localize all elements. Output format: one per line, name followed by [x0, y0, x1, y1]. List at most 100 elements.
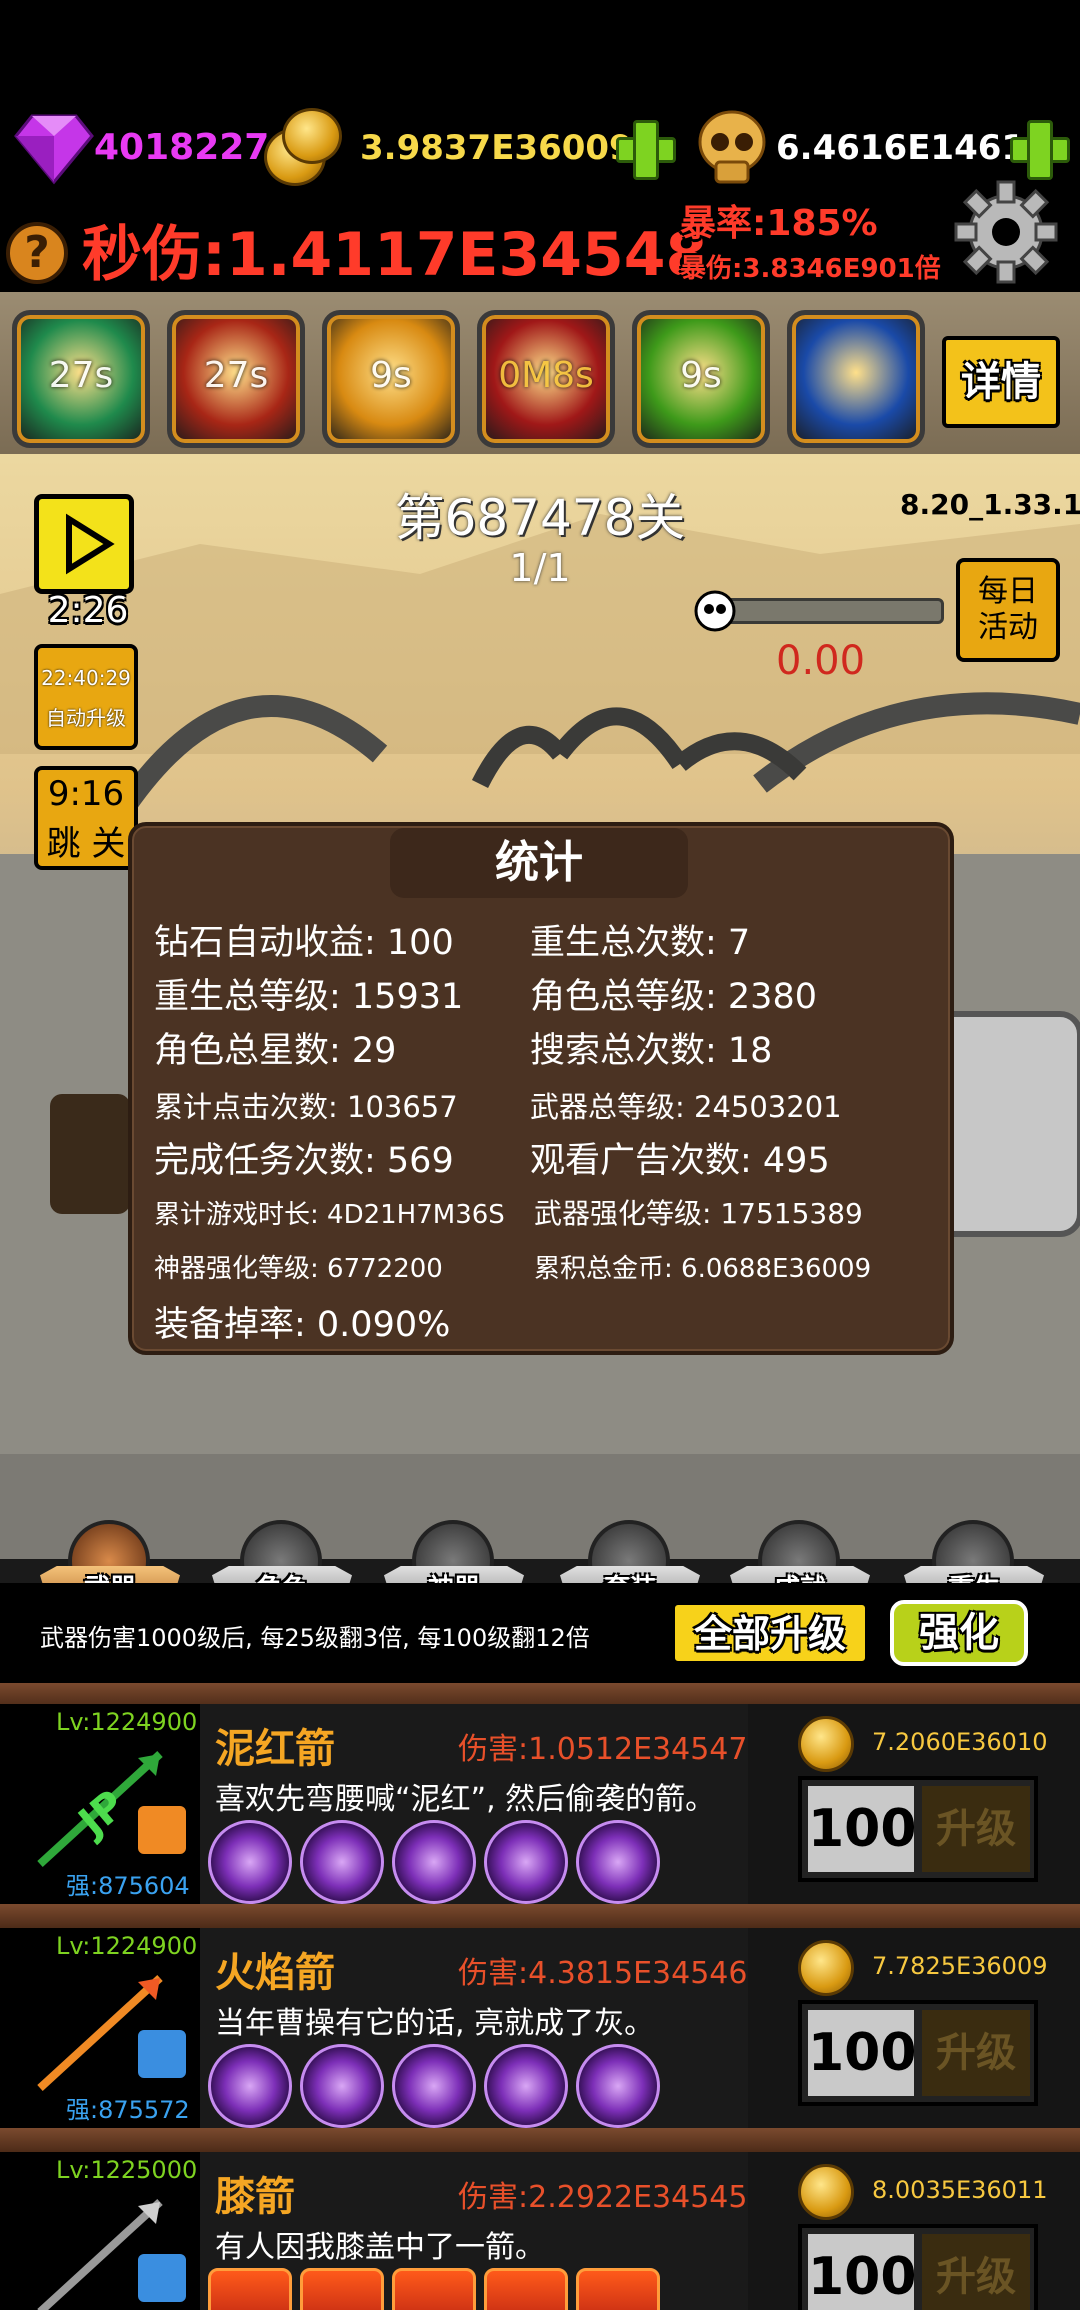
stat-left: 累计游戏时长: 4D21H7M36S: [154, 1200, 505, 1230]
crit-damage: 暴伤:3.8346E901倍: [680, 254, 941, 284]
weapon-icon-panel: Lv:1225000: [0, 2152, 200, 2310]
weapon-row[interactable]: Lv:1225000 膝箭 伤害:2.2922E34545 有人因我膝盖中了一箭…: [0, 2152, 1080, 2310]
gold-coin-icon: [798, 2164, 854, 2220]
skull-icon: [694, 590, 736, 632]
row-divider: [0, 2128, 1080, 2152]
fire-rune-icon: [484, 2268, 568, 2310]
skill-cooldown: 0M8s: [498, 355, 594, 396]
details-button[interactable]: 详情: [942, 336, 1060, 428]
stat-left: 完成任务次数: 569: [154, 1141, 454, 1181]
yin-yang-rune-icon: [208, 1820, 292, 1904]
daily-event-line1: 每日: [978, 574, 1038, 609]
weapon-icon-panel: Lv:1224900 强:875572: [0, 1928, 200, 2128]
element-badge-icon: [136, 2028, 188, 2080]
weapon-enhance: 强:875572: [66, 2096, 190, 2124]
upgrade-button[interactable]: 升级: [922, 1786, 1030, 1872]
yin-yang-rune-icon: [576, 1820, 660, 1904]
skill-slot-2[interactable]: 27s: [167, 310, 305, 448]
fire-rune-icon: [300, 2268, 384, 2310]
auto-upgrade-label: 自动升级: [46, 706, 126, 730]
stat-left: 神器强化等级: 6772200: [154, 1254, 443, 1284]
gold-coin-icon: [798, 1716, 854, 1772]
weapon-enhance: 强:875604: [66, 1872, 190, 1900]
upgrade-quantity[interactable]: 100: [808, 2234, 917, 2310]
skull-count: 6.4616E14610: [776, 128, 1049, 168]
stat-right: 武器总等级: 24503201: [530, 1090, 842, 1124]
boss-hp-bar: [712, 598, 944, 624]
stat-right: 重生总次数: 7: [530, 923, 751, 963]
gold-count: 3.9837E36009: [360, 128, 633, 168]
weapon-level: Lv:1224900: [56, 1708, 198, 1736]
enhance-button[interactable]: 强化: [890, 1600, 1028, 1666]
weapon-description: 有人因我膝盖中了一箭。: [215, 2230, 545, 2265]
skull-icon: [698, 110, 766, 184]
upgrade-button[interactable]: 升级: [922, 2010, 1030, 2096]
help-button[interactable]: ?: [6, 222, 68, 284]
skill-slot-6[interactable]: [787, 310, 925, 448]
fire-rune-icon: [392, 2268, 476, 2310]
add-skull-button[interactable]: [1010, 120, 1070, 180]
top-resource-bar: 4018227 3.9837E36009 6.4616E14610 ? 秒伤:1…: [0, 0, 1080, 290]
skip-stage-button[interactable]: 9:16 跳 关: [34, 766, 138, 870]
element-badge-icon: [136, 1804, 188, 1856]
upgrade-quantity[interactable]: 100: [808, 2010, 917, 2096]
stat-left: 钻石自动收益: 100: [154, 923, 454, 963]
play-icon: [66, 513, 115, 575]
stats-title: 统计: [390, 828, 688, 898]
play-timer: 2:26: [47, 590, 129, 631]
upgrade-box: 100 升级: [798, 2000, 1038, 2106]
yin-yang-rune-icon: [392, 2044, 476, 2128]
skill-cooldown: 9s: [370, 355, 412, 396]
help-glyph: ?: [24, 227, 50, 278]
diamond-count: 4018227: [94, 127, 270, 168]
skill-slot-5[interactable]: 9s: [632, 310, 770, 448]
stat-left: 装备掉率: 0.090%: [154, 1305, 451, 1345]
yin-yang-rune-icon: [484, 2044, 568, 2128]
yin-yang-rune-icon: [576, 2044, 660, 2128]
weapon-damage: 伤害:2.2922E34545: [458, 2180, 748, 2215]
stat-right: 累积总金币: 6.0688E36009: [534, 1254, 872, 1284]
stage-title: 第687478关: [394, 489, 686, 547]
stat-right: 搜索总次数: 18: [530, 1031, 773, 1071]
upgrade-panel: 7.2060E36010 100 升级: [748, 1704, 1080, 1904]
skill-cooldown: 9s: [680, 355, 722, 396]
upgrade-quantity[interactable]: 100: [808, 1786, 917, 1872]
gold-coin-icon: [798, 1940, 854, 1996]
settings-gear-icon[interactable]: [952, 178, 1060, 286]
skill-slot-3[interactable]: 9s: [322, 310, 460, 448]
upgrade-panel: 7.7825E36009 100 升级: [748, 1928, 1080, 2128]
skip-time: 9:16: [47, 774, 125, 814]
dps-display: 秒伤:1.4117E34548: [82, 206, 707, 293]
skill-slot-1[interactable]: 27s: [12, 310, 150, 448]
stat-right: 角色总等级: 2380: [530, 977, 817, 1017]
info-text: 武器伤害1000级后, 每25级翻3倍, 每100级翻12倍: [40, 1624, 590, 1652]
stat-right: 观看广告次数: 495: [530, 1141, 830, 1181]
fire-rune-icon: [576, 2268, 660, 2310]
weapon-description: 喜欢先弯腰喊“泥红”, 然后偷袭的箭。: [215, 1782, 716, 1817]
weapon-level: Lv:1224900: [56, 1932, 198, 1960]
daily-event-button[interactable]: 每日 活动: [956, 558, 1060, 662]
yin-yang-rune-icon: [484, 1820, 568, 1904]
weapon-level: Lv:1225000: [56, 2156, 198, 2184]
add-gold-button[interactable]: [616, 120, 676, 180]
weapon-row[interactable]: JP Lv:1224900 强:875604 泥红箭 伤害:1.0512E345…: [0, 1704, 1080, 1904]
skip-label: 跳 关: [46, 824, 126, 864]
upgrade-cost: 7.7825E36009: [872, 1952, 1048, 1980]
stat-left: 累计点击次数: 103657: [154, 1090, 458, 1124]
upgrade-button[interactable]: 升级: [922, 2234, 1030, 2310]
weapon-description: 当年曹操有它的话, 亮就成了灰。: [215, 2006, 655, 2041]
yin-yang-rune-icon: [300, 1820, 384, 1904]
stat-left: 角色总星数: 29: [154, 1031, 397, 1071]
auto-upgrade-button[interactable]: 22:40:29 自动升级: [34, 644, 138, 750]
play-button[interactable]: [34, 494, 134, 594]
upgrade-box: 100 升级: [798, 2224, 1038, 2310]
diamond-icon: [14, 114, 94, 185]
upgrade-cost: 8.0035E36011: [872, 2176, 1048, 2204]
weapon-row[interactable]: Lv:1224900 强:875572 火焰箭 伤害:4.3815E34546 …: [0, 1928, 1080, 2128]
skill-slot-4[interactable]: 0M8s: [477, 310, 615, 448]
weapon-damage: 伤害:1.0512E34547: [458, 1732, 748, 1767]
stage-progress: 1/1: [509, 546, 571, 590]
weapon-name: 泥红箭: [215, 1726, 335, 1772]
upgrade-box: 100 升级: [798, 1776, 1038, 1882]
upgrade-all-button[interactable]: 全部升级: [672, 1602, 868, 1664]
